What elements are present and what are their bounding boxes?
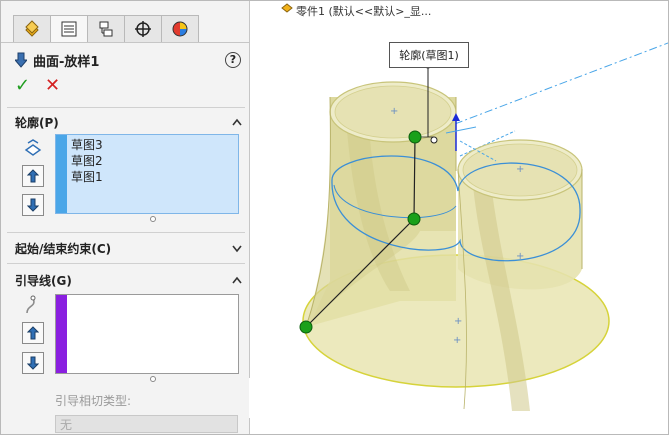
svg-text:+: +: [390, 106, 398, 117]
feature-title: 曲面-放样1: [33, 54, 100, 70]
appearance-ball-icon: [172, 21, 188, 37]
tab-property-manager[interactable]: [50, 15, 88, 42]
svg-text:+: +: [454, 316, 462, 327]
guides-list-color-bar: [56, 295, 67, 373]
tab-display-manager[interactable]: [161, 15, 199, 42]
configuration-manager-icon: [99, 21, 113, 37]
guides-section-header[interactable]: 引导线(G): [15, 271, 245, 289]
list-item[interactable]: 草图1: [56, 169, 238, 185]
tab-dimxpert[interactable]: [124, 15, 162, 42]
guides-list[interactable]: [55, 294, 239, 374]
constraints-section-header[interactable]: 起始/结束约束(C): [15, 239, 245, 257]
origin-crosshair-icon: [135, 21, 151, 37]
tabs-divider: [1, 42, 249, 43]
constraints-header-label: 起始/结束约束(C): [15, 241, 112, 256]
profiles-section-header[interactable]: 轮廓(P): [15, 113, 245, 131]
svg-text:+: +: [516, 164, 524, 175]
move-up-button[interactable]: [22, 165, 44, 187]
separator: [7, 107, 245, 108]
guides-header-label: 引导线(G): [15, 273, 72, 288]
arrow-up-icon: [27, 326, 39, 340]
property-manager-panel: 曲面-放样1 ? ✓ ✕ 轮廓(P) 草图3 草图2 草图1 起始/结束约束(C…: [1, 1, 250, 434]
arrow-down-icon: [27, 356, 39, 370]
window: 曲面-放样1 ? ✓ ✕ 轮廓(P) 草图3 草图2 草图1 起始/结束约束(C…: [0, 0, 669, 435]
profiles-header-label: 轮廓(P): [15, 115, 59, 130]
list-resize-handle[interactable]: [150, 216, 156, 222]
tab-feature-manager[interactable]: [13, 15, 51, 42]
chevron-down-icon[interactable]: [231, 239, 243, 257]
help-button[interactable]: ?: [225, 52, 241, 68]
guide-move-up-button[interactable]: [22, 322, 44, 344]
feature-manager-icon: [25, 20, 39, 37]
manager-tabs: [13, 15, 199, 43]
feature-title-row: 曲面-放样1: [15, 50, 99, 70]
list-item[interactable]: 草图3: [56, 137, 238, 153]
graphics-area[interactable]: 零件1 (默认<<默认>_显... + + + + + 轮廓(草图1): [250, 1, 668, 434]
separator: [7, 263, 245, 264]
profiles-list[interactable]: 草图3 草图2 草图1: [55, 134, 239, 214]
tab-configuration-manager[interactable]: [87, 15, 125, 42]
loft-surface-icon: [15, 52, 27, 68]
profile-callout[interactable]: 轮廓(草图1): [389, 42, 469, 68]
list-resize-handle[interactable]: [150, 376, 156, 382]
guide-curve-icon: [26, 295, 36, 314]
ok-button[interactable]: ✓: [15, 75, 30, 96]
chevron-up-icon[interactable]: [231, 271, 243, 289]
tangency-type-label: 引导相切类型:: [55, 394, 132, 408]
separator: [7, 232, 245, 233]
move-down-button[interactable]: [22, 194, 44, 216]
cancel-button[interactable]: ✕: [45, 75, 60, 96]
profiles-list-color-bar: [56, 135, 67, 213]
profile-selection-icon: [24, 139, 42, 156]
svg-text:+: +: [516, 251, 524, 262]
guide-move-down-button[interactable]: [22, 352, 44, 374]
chevron-up-icon[interactable]: [231, 113, 243, 131]
svg-text:+: +: [453, 335, 461, 346]
tangency-type-select[interactable]: 无: [55, 415, 238, 433]
property-manager-icon: [61, 21, 77, 37]
list-item[interactable]: 草图2: [56, 153, 238, 169]
arrow-up-icon: [27, 169, 39, 183]
arrow-down-icon: [27, 198, 39, 212]
